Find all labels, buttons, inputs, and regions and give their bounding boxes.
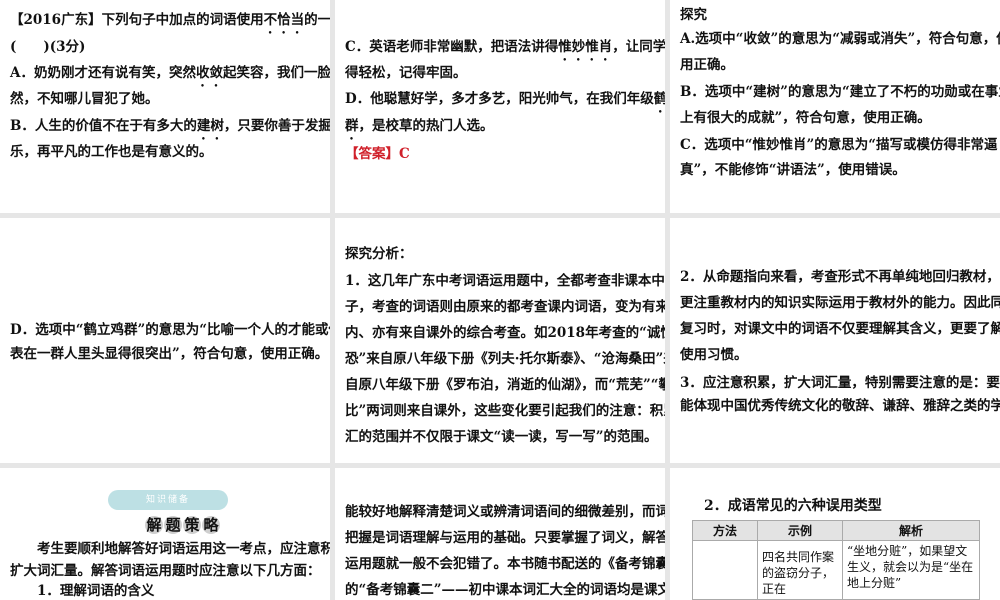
answer-label: 【答案】	[345, 146, 399, 162]
heading-char: 略	[202, 516, 220, 534]
text: 【2016广东】下列句子中加点的词语使用	[10, 12, 264, 28]
text-line: 2．从命题指向来看，考查形式不再单纯地回归教材，开始	[680, 269, 1000, 285]
text-line: 3．应注意积累，扩大词汇量，特别需要注意的是：要增加	[680, 375, 1000, 391]
text-line: 的“备考锦囊二”——初中课本词汇大全的词语均是课文中	[345, 582, 665, 598]
text-line: 把握是词语理解与运用的基础。只要掌握了词义，解答词语	[345, 530, 665, 546]
table-cell	[692, 540, 758, 600]
text-line: 探究	[680, 7, 707, 23]
table-header: 方法 示例 解析	[692, 520, 980, 541]
slide-strategy: 知识储备 解题策略 考生要顺利地解答好词语运用这一考点，应注意积累， 扩大词汇量…	[0, 468, 330, 600]
option-b: B．人生的价值不在于有多大的建树，只要你善于发掘快	[10, 117, 330, 143]
text-line: 能体现中国优秀传统文化的敬辞、谦辞、雅辞之类的学习。	[680, 398, 1000, 414]
knowledge-badge: 知识储备	[108, 490, 228, 510]
text-line: 比”两词则来自课外，这些变化要引起我们的注意：积累词	[345, 403, 665, 419]
text-line: 1．这几年广东中考词语运用题中，全都考查非课本中的句	[345, 273, 665, 289]
question-stem: 【2016广东】下列句子中加点的词语使用不恰当的一项是	[10, 11, 330, 37]
text-line: 能较好地解释清楚词义或辨清词语间的细微差别，而词义的	[345, 504, 665, 520]
column-header: 方法	[692, 520, 758, 541]
option-a: A．奶奶刚才还有说有笑，突然收敛起笑容，我们一脸茫	[10, 64, 330, 90]
text: ，只要你善于发掘快	[223, 118, 330, 134]
option-d: D．他聪慧好学，多才多艺，阳光帅气，在我们年级鹤立鸡	[345, 90, 665, 116]
text-line: C．选项中“惟妙惟肖”的意思为“描写或模仿得非常逼	[680, 137, 998, 153]
text-line: 更注重教材内的知识实际运用于教材外的能力。因此同学们	[680, 295, 1000, 311]
emphasized-text: 不恰当	[263, 12, 305, 28]
table-cell: 四名共同作案的盗窃分子，正在	[757, 540, 843, 600]
slide-question: 【2016广东】下列句子中加点的词语使用不恰当的一项是 ( )(3分) A．奶奶…	[0, 0, 330, 213]
emphasized-text: 收敛	[195, 65, 223, 81]
option-d-cont: 群，是校草的热门人选。	[345, 117, 657, 143]
text-line: D．选项中“鹤立鸡群”的意思为“比喻一个人的才能或仪	[10, 322, 330, 338]
text-line: 内、亦有来自课外的综合考查。如2018年考查的“诚惶诚	[345, 325, 665, 341]
text: ，让同学们学	[612, 39, 665, 55]
text-line: 复习时，对课文中的词语不仅要理解其含义，更要了解它的	[680, 321, 1000, 337]
slide-strategy-cont: 能较好地解释清楚词义或辨清词语间的细微差别，而词义的 把握是词语理解与运用的基础…	[335, 468, 665, 600]
text-line: 自原八年级下册《罗布泊，消逝的仙湖》，而“荒芜”“攀	[345, 377, 665, 393]
emphasized-text: 群	[345, 118, 359, 134]
text: 起笑容，我们一脸茫	[222, 65, 330, 81]
text-line: 恐”来自原八年级下册《列夫·托尔斯泰》、“沧海桑田”来	[345, 351, 665, 367]
text-line: 使用习惯。	[680, 347, 748, 363]
answer-value: C	[399, 146, 410, 162]
slide-analysis-cont: 2．从命题指向来看，考查形式不再单纯地回归教材，开始 更注重教材内的知识实际运用…	[670, 218, 1000, 463]
text: ，是校草的热门人选。	[358, 118, 494, 134]
emphasized-text: 鹤立鸡	[653, 91, 665, 107]
text-line: 1．理解词语的含义	[10, 583, 155, 599]
section-heading: 解题策略	[145, 516, 221, 534]
score: ( )(3分)	[10, 39, 86, 55]
slide-analysis: 探究分析： 1．这几年广东中考词语运用题中，全都考查非课本中的句 子，考查的词语…	[335, 218, 665, 463]
table-cell: “坐地分赃”，如果望文生义，就会以为是“坐在地上分赃”	[842, 540, 980, 600]
table-row: 四名共同作案的盗窃分子，正在 “坐地分赃”，如果望文生义，就会以为是“坐在地上分赃…	[692, 540, 980, 600]
text-line: 真”，不能修饰“讲语法”，使用错误。	[680, 162, 906, 178]
text: 的一项是	[304, 12, 330, 28]
text: B．人生的价值不在于有多大的	[10, 118, 197, 134]
text-line: 表在一群人里头显得很突出”，符合句意，使用正确。	[10, 346, 329, 362]
text: A．奶奶刚才还有说有笑，突然	[10, 65, 196, 81]
text-line: 上有很大的成就”，符合句意，使用正确。	[680, 110, 931, 126]
column-header: 解析	[842, 520, 980, 541]
text-line: 汇的范围并不仅限于课文“读一读，写一写”的范围。	[345, 429, 658, 445]
text-line: 扩大词汇量。解答词语运用题时应注意以下几方面：	[10, 563, 321, 579]
heading-char: 题	[164, 516, 182, 534]
emphasized-text: 惟妙惟肖	[558, 39, 613, 55]
text-line: 子，考查的词语则由原来的都考查课内词语，变为有来自课	[345, 299, 665, 315]
slide-option-d-explain: D．选项中“鹤立鸡群”的意思为“比喻一个人的才能或仪 表在一群人里头显得很突出”…	[0, 218, 330, 463]
slide-idiom-types: 2．成语常见的六种误用类型 方法 示例 解析 四名共同作案的盗窃分子，正在 “坐地分赃…	[670, 468, 1000, 600]
text: D．他聪慧好学，多才多艺，阳光帅气，在我们年级	[345, 91, 654, 107]
slide-options: C．英语老师非常幽默，把语法讲得惟妙惟肖，让同学们学 得轻松，记得牢固。 D．他…	[335, 0, 665, 213]
heading-char: 解	[145, 516, 163, 534]
heading-char: 策	[183, 516, 201, 534]
option-a-cont: 然，不知哪儿冒犯了她。	[10, 91, 159, 107]
slide-explore: 探究 A.选项中“收敛”的意思为“减弱或消失”，符合句意，使 用正确。 B．选项…	[670, 0, 1000, 213]
text-line: 运用题就一般不会犯错了。本书随书配送的《备考锦囊》中	[345, 556, 665, 572]
text: C．英语老师非常幽默，把语法讲得	[345, 39, 559, 55]
column-header: 示例	[757, 520, 843, 541]
emphasized-text: 建树	[196, 118, 224, 134]
text-line: 用正确。	[680, 57, 734, 73]
text-line: 考生要顺利地解答好词语运用这一考点，应注意积累，	[10, 541, 330, 557]
text-line: B．选项中“建树”的意思为“建立了不朽的功勋或在事业	[680, 84, 1000, 100]
idiom-table: 方法 示例 解析 四名共同作案的盗窃分子，正在 “坐地分赃”，如果望文生义，就会以为是…	[692, 520, 980, 600]
option-c: C．英语老师非常幽默，把语法讲得惟妙惟肖，让同学们学	[345, 38, 665, 64]
text-line: 探究分析：	[345, 246, 413, 262]
option-b-cont: 乐，再平凡的工作也是有意义的。	[10, 144, 213, 160]
text-line: A.选项中“收敛”的意思为“减弱或消失”，符合句意，使	[680, 31, 1000, 47]
answer: 【答案】C	[345, 145, 657, 163]
option-c-cont: 得轻松，记得牢固。	[345, 65, 467, 81]
section-title: 2．成语常见的六种误用类型	[704, 498, 882, 514]
